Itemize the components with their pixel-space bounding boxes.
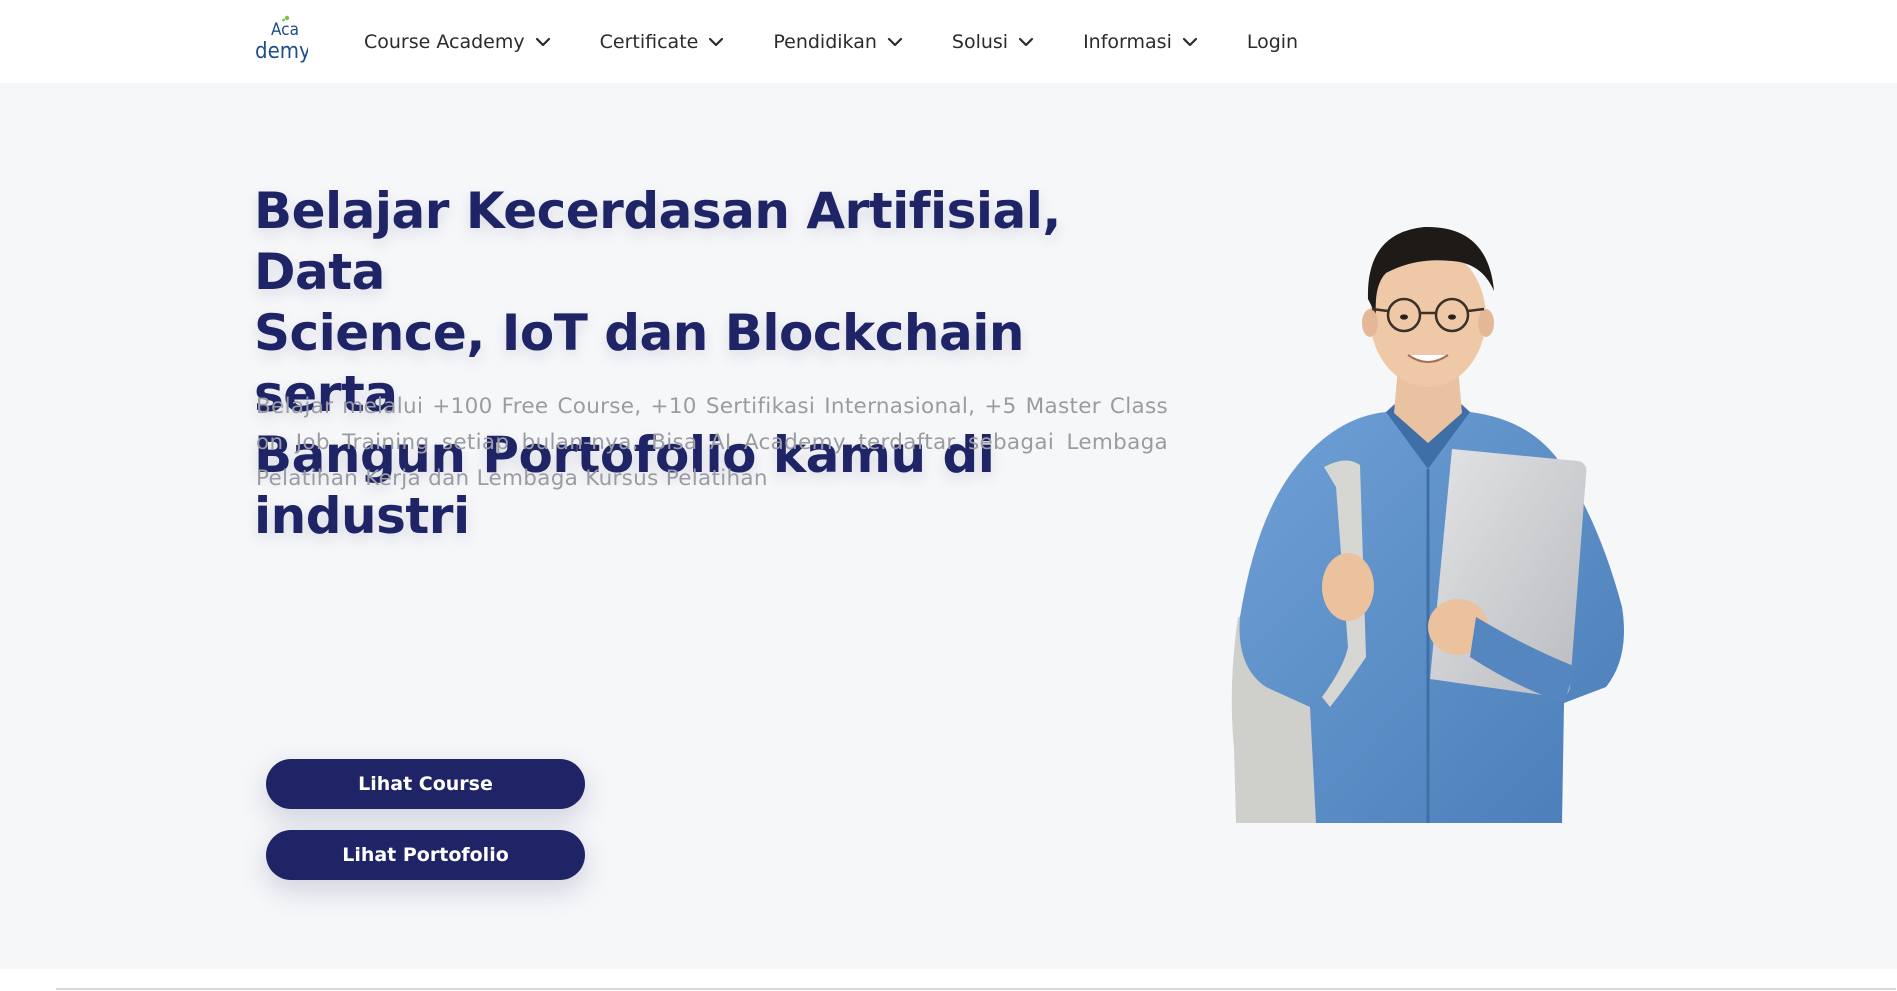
- hero-section: Belajar Kecerdasan Artifisial, Data Scie…: [0, 83, 1897, 969]
- nav-solusi[interactable]: Solusi: [952, 31, 1035, 53]
- hero-title-line: Belajar Kecerdasan Artifisial, Data: [254, 182, 1061, 301]
- view-portfolio-button[interactable]: Lihat Portofolio: [266, 830, 585, 880]
- chevron-down-icon: [887, 37, 902, 46]
- nav-course-academy-label: Course Academy: [364, 30, 525, 53]
- nav-informasi-label: Informasi: [1083, 30, 1172, 53]
- svg-text:demy.: demy.: [255, 39, 308, 64]
- nav-pendidikan-label: Pendidikan: [773, 30, 877, 53]
- chevron-down-icon: [535, 37, 550, 46]
- nav-informasi[interactable]: Informasi: [1083, 31, 1199, 53]
- svg-text:Aca: Aca: [271, 20, 299, 40]
- nav-certificate[interactable]: Certificate: [600, 31, 726, 53]
- nav-solusi-label: Solusi: [951, 30, 1009, 53]
- nav-course-academy[interactable]: Course Academy: [364, 31, 552, 53]
- divider-line: [56, 988, 1896, 990]
- chevron-down-icon: [1018, 37, 1034, 46]
- view-course-button[interactable]: Lihat Course: [266, 759, 585, 809]
- nav-certificate-label: Certificate: [599, 30, 699, 53]
- chevron-down-icon: [709, 37, 724, 46]
- chevron-down-icon: [1182, 37, 1197, 46]
- main-nav: Course Academy Certificate Pendidikan So…: [364, 0, 1298, 83]
- nav-pendidikan[interactable]: Pendidikan: [773, 31, 904, 53]
- academy-logo[interactable]: Aca demy.: [254, 14, 308, 68]
- student-hero-image: [1231, 226, 1624, 823]
- section-divider: [0, 969, 1897, 991]
- top-navbar: Aca demy. Course Academy Certificate Pen…: [0, 0, 1897, 83]
- hero-description: Belajar melalui +100 Free Course, +10 Se…: [256, 394, 1168, 491]
- login-link[interactable]: Login: [1247, 31, 1298, 53]
